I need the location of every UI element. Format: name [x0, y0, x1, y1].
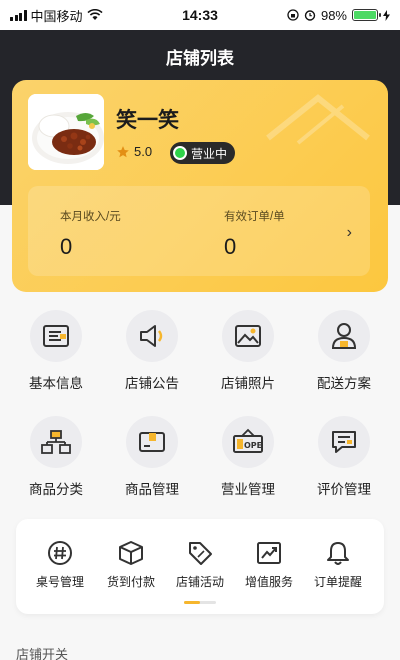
battery-percent: 98% — [320, 7, 347, 23]
grid-item-business[interactable]: OPEN 营业管理 — [200, 416, 296, 498]
service-promotions[interactable]: 店铺活动 — [168, 539, 232, 590]
service-label: 增值服务 — [244, 575, 293, 589]
service-label: 货到付款 — [106, 575, 155, 589]
stat-orders-value: 0 — [224, 234, 237, 259]
grid-item-basic-info[interactable]: 基本信息 — [8, 310, 104, 392]
page-indicator — [184, 601, 216, 604]
open-sign-text: OPEN — [244, 441, 263, 450]
grid-item-delivery[interactable]: 配送方案 — [296, 310, 392, 392]
shop-avatar — [28, 94, 104, 170]
stat-orders: 有效订单/单 0 — [224, 208, 285, 260]
status-badge-label: 营业中 — [191, 146, 228, 161]
grid-label: 商品分类 — [29, 482, 83, 497]
star-icon — [117, 145, 129, 157]
service-order-alerts[interactable]: 订单提醒 — [306, 539, 370, 590]
stat-orders-label: 有效订单/单 — [224, 211, 285, 223]
coupon-icon — [168, 539, 232, 567]
shop-rating: 5.0 — [116, 144, 152, 159]
shop-name: 笑一笑 — [116, 109, 179, 132]
photo-icon — [222, 310, 274, 362]
grid-item-photos[interactable]: 店铺照片 — [200, 310, 296, 392]
grid-item-announcement[interactable]: 店铺公告 — [104, 310, 200, 392]
stat-income-label: 本月收入/元 — [60, 211, 121, 223]
service-label: 桌号管理 — [35, 575, 84, 589]
status-dot-icon — [173, 146, 187, 160]
page-indicator-active — [184, 601, 200, 604]
open-sign-icon: OPEN — [222, 416, 274, 468]
grid-label: 店铺照片 — [221, 376, 275, 391]
signal-icon — [10, 9, 27, 21]
services-card: 桌号管理 货到付款 店铺活动 增值服务 订单提醒 — [16, 519, 384, 614]
bell-icon — [306, 539, 370, 567]
box-icon — [99, 539, 163, 567]
section-label-shop-switch: 店铺开关 — [16, 647, 69, 660]
wifi-icon — [86, 9, 103, 20]
card-decoration — [266, 94, 370, 145]
grid-item-reviews[interactable]: 评价管理 — [296, 416, 392, 498]
service-cash-on-delivery[interactable]: 货到付款 — [99, 539, 163, 590]
rotation-lock-icon — [287, 9, 299, 21]
service-table-numbers[interactable]: 桌号管理 — [28, 539, 92, 590]
alarm-icon — [304, 10, 316, 21]
status-time: 14:33 — [182, 7, 218, 23]
page-title: 店铺列表 — [166, 49, 234, 68]
status-bar: 中国移动 14:33 98% — [0, 0, 400, 30]
goods-icon — [126, 416, 178, 468]
stat-income-value: 0 — [60, 234, 73, 259]
service-label: 店铺活动 — [175, 575, 224, 589]
chevron-right-icon[interactable]: › — [347, 224, 352, 242]
grid-item-goods[interactable]: 商品管理 — [104, 416, 200, 498]
speaker-icon — [126, 310, 178, 362]
grid-label: 营业管理 — [221, 482, 275, 497]
info-card-icon — [30, 310, 82, 362]
carrier-label: 中国移动 — [30, 8, 83, 24]
hash-icon — [28, 539, 92, 567]
grid-item-category[interactable]: 商品分类 — [8, 416, 104, 498]
rating-value: 5.0 — [134, 144, 153, 159]
grid-label: 店铺公告 — [125, 376, 179, 391]
review-icon — [318, 416, 370, 468]
grid-label: 商品管理 — [125, 482, 179, 497]
trend-icon — [237, 539, 301, 567]
stat-income: 本月收入/元 0 — [60, 208, 121, 260]
service-value-added[interactable]: 增值服务 — [237, 539, 301, 590]
stats-box[interactable]: 本月收入/元 0 有效订单/单 0 › — [28, 186, 370, 276]
charging-icon — [383, 9, 390, 21]
shop-card[interactable]: 笑一笑 5.0 营业中 本月收入/元 0 有效订单/单 0 › — [12, 80, 388, 292]
grid-label: 基本信息 — [29, 376, 83, 391]
status-badge: 营业中 — [170, 142, 236, 164]
grid-label: 配送方案 — [317, 376, 371, 391]
courier-icon — [318, 310, 370, 362]
grid-label: 评价管理 — [317, 482, 371, 497]
service-label: 订单提醒 — [313, 575, 362, 589]
battery-icon — [352, 9, 381, 21]
category-icon — [30, 416, 82, 468]
